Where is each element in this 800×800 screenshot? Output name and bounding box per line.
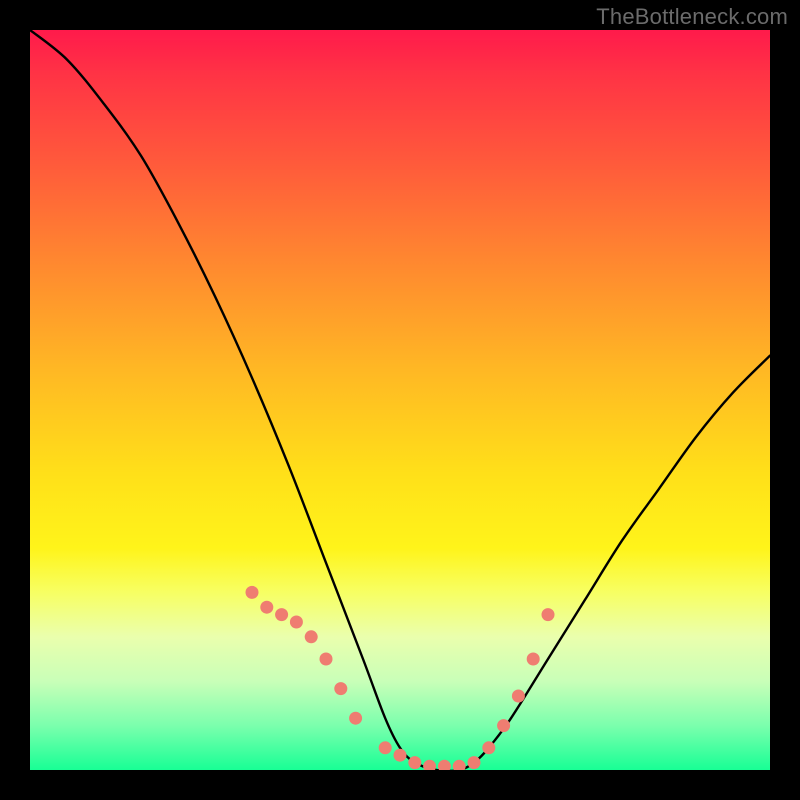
marker-dot [275, 608, 288, 621]
marker-dot [482, 741, 495, 754]
marker-dot [305, 630, 318, 643]
marker-dot [468, 756, 481, 769]
marker-dot [379, 741, 392, 754]
plot-frame [30, 30, 770, 770]
marker-dot [246, 586, 259, 599]
marker-dot [334, 682, 347, 695]
marker-dot [497, 719, 510, 732]
marker-dot [438, 760, 451, 770]
curve-layer [30, 30, 770, 770]
marker-dot [542, 608, 555, 621]
marker-dot [423, 760, 436, 770]
plot-area [30, 30, 770, 770]
marker-dot [512, 690, 525, 703]
marker-dot [394, 749, 407, 762]
marker-dot [527, 653, 540, 666]
watermark-text: TheBottleneck.com [596, 4, 788, 30]
marker-dot [320, 653, 333, 666]
bottleneck-curve [30, 30, 770, 770]
highlight-markers [246, 586, 555, 770]
marker-dot [349, 712, 362, 725]
marker-dot [408, 756, 421, 769]
marker-dot [260, 601, 273, 614]
marker-dot [453, 760, 466, 770]
marker-dot [290, 616, 303, 629]
